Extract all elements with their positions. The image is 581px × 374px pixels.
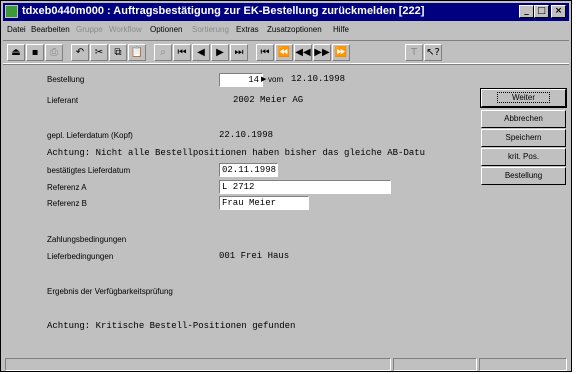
close-button[interactable]: × [551, 5, 566, 18]
bestellung-input[interactable]: 14 [219, 73, 263, 87]
menu-hilfe[interactable]: Hilfe [333, 25, 349, 34]
previous-record-icon[interactable]: ◀ [192, 44, 210, 61]
application-window: tdxeb0440m000 : Auftragsbestätigung zur … [0, 0, 572, 372]
print-icon[interactable]: ⎙ [45, 44, 63, 61]
status-pane-3 [479, 358, 567, 371]
text-icon[interactable]: T [405, 44, 423, 61]
weiter-button-label: Weiter [497, 92, 550, 103]
menu-gruppe[interactable]: Gruppe [76, 25, 103, 34]
referenz-a-label: Referenz A [47, 183, 87, 192]
status-pane-main [5, 358, 391, 371]
first-group-icon[interactable]: ⏮ [256, 44, 274, 61]
title-bar[interactable]: tdxeb0440m000 : Auftragsbestätigung zur … [3, 3, 569, 21]
maximize-button[interactable]: □ [534, 5, 549, 18]
first-record-icon[interactable]: ⏮ [173, 44, 191, 61]
menu-zusatzoptionen[interactable]: Zusatzoptionen [267, 25, 322, 34]
bestaetigtes-lieferdatum-label: bestätigtes Lieferdatum [47, 166, 131, 175]
menu-datei[interactable]: Datei [7, 25, 26, 34]
status-pane-2 [393, 358, 477, 371]
krit-pos-button[interactable]: krit. Pos. [481, 148, 566, 166]
kritische-positionen-warning: Achtung: Kritische Bestell-Positionen ge… [47, 321, 296, 331]
form-area: Bestellung 14 ▶ vom 12.10.1998 Lieferant… [3, 64, 569, 356]
previous-fast-icon[interactable]: ◀◀ [294, 44, 312, 61]
last-record-icon[interactable]: ⏭ [230, 44, 248, 61]
bestellung-label: Bestellung [47, 75, 85, 84]
window-title: tdxeb0440m000 : Auftragsbestätigung zur … [22, 5, 425, 17]
gepl-lieferdatum-label: gepl. Lieferdatum (Kopf) [47, 131, 133, 140]
lieferant-value: 2002 Meier AG [233, 95, 304, 105]
exit-icon[interactable]: ⏏ [7, 44, 25, 61]
save-icon[interactable]: ▪ [26, 44, 44, 61]
menu-bar: Datei Bearbeiten Gruppe Workflow Optione… [3, 22, 569, 38]
vom-label: vom [268, 75, 284, 84]
verfuegbarkeitspruefung-label: Ergebnis der Verfügbarkeitsprüfung [47, 287, 173, 296]
zahlungsbedingungen-label: Zahlungsbedingungen [47, 235, 127, 244]
find-icon[interactable]: ⌕ [154, 44, 172, 61]
copy-icon[interactable]: ⧉ [109, 44, 127, 61]
lieferant-label: Lieferant [47, 96, 79, 105]
referenz-a-input[interactable]: L 2712 [219, 180, 391, 194]
bestaetigtes-lieferdatum-input[interactable]: 02.11.1998 [219, 163, 278, 177]
menu-optionen[interactable]: Optionen [150, 25, 182, 34]
abbrechen-button[interactable]: Abbrechen [481, 110, 566, 128]
lookup-arrow-icon[interactable]: ▶ [261, 75, 266, 83]
app-icon[interactable] [5, 5, 18, 18]
lieferbedingungen-label: Lieferbedingungen [47, 252, 114, 261]
status-bar [3, 358, 569, 371]
paste-icon[interactable]: 📋 [128, 44, 146, 61]
menu-sortierung[interactable]: Sortierung [192, 25, 229, 34]
gepl-lieferdatum-value: 22.10.1998 [219, 130, 274, 140]
undo-icon[interactable]: ↶ [71, 44, 89, 61]
next-fast-icon[interactable]: ▶▶ [313, 44, 331, 61]
bestellung-button[interactable]: Bestellung [481, 167, 566, 185]
menu-extras[interactable]: Extras [236, 25, 259, 34]
menu-bearbeiten[interactable]: Bearbeiten [31, 25, 70, 34]
speichern-button[interactable]: Speichern [481, 129, 566, 147]
minimize-button[interactable]: _ [519, 5, 534, 18]
next-record-icon[interactable]: ▶ [211, 44, 229, 61]
next-page-icon[interactable]: ⏩ [332, 44, 350, 61]
referenz-b-label: Referenz B [47, 199, 88, 208]
previous-page-icon[interactable]: ⏪ [275, 44, 293, 61]
toolbar: ⏏ ▪ ⎙ ↶ ✂ ⧉ 📋 ⌕ ⏮ ◀ ▶ ⏭ ⏮ ⏪ ◀◀ ▶▶ ⏩ T ↖? [3, 40, 569, 64]
help-pointer-icon[interactable]: ↖? [424, 44, 442, 61]
cut-icon[interactable]: ✂ [90, 44, 108, 61]
referenz-b-input[interactable]: Frau Meier [219, 196, 309, 210]
weiter-button[interactable]: Weiter [480, 88, 567, 108]
lieferbedingungen-value: 001 Frei Haus [219, 251, 290, 261]
menu-workflow[interactable]: Workflow [109, 25, 142, 34]
ab-datum-warning: Achtung: Nicht alle Bestellpositionen ha… [47, 148, 426, 158]
vom-date: 12.10.1998 [291, 74, 346, 84]
